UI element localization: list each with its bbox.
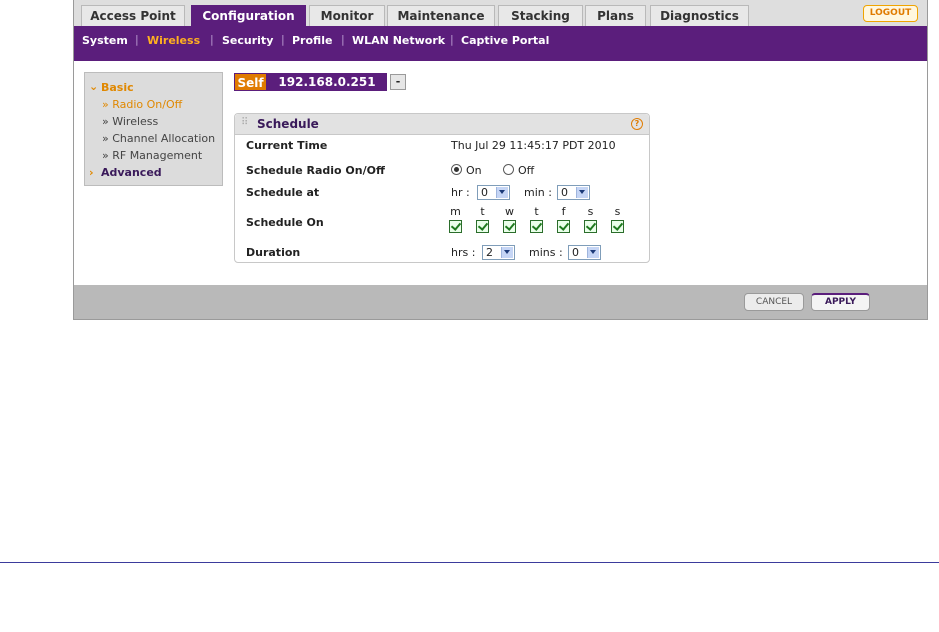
day-checkbox-sun[interactable] — [611, 220, 624, 233]
schedule-radio-label: Schedule Radio On/Off — [246, 164, 385, 177]
min-label: min : — [524, 186, 552, 199]
schedule-panel-header: ⠿ Schedule ? — [235, 114, 649, 135]
day-checkbox-mon[interactable] — [449, 220, 462, 233]
tab-configuration[interactable]: Configuration — [191, 5, 306, 26]
chevron-down-icon — [501, 247, 513, 258]
hr-label: hr : — [451, 186, 470, 199]
radio-on-button[interactable] — [451, 164, 462, 175]
tab-plans[interactable]: Plans — [585, 5, 646, 26]
mins-value: 0 — [572, 246, 579, 259]
ap-dropdown-button[interactable]: - — [390, 74, 406, 90]
chevron-down-icon — [587, 247, 599, 258]
subnav-separator: | — [450, 33, 454, 46]
min-value: 0 — [561, 186, 568, 199]
day-label: t — [534, 205, 539, 218]
chevron-down-icon — [496, 187, 508, 198]
apply-button[interactable]: APPLY — [811, 293, 870, 311]
day-label: s — [614, 205, 621, 218]
action-footer: CANCEL APPLY — [74, 285, 927, 319]
duration-label: Duration — [246, 246, 301, 259]
day-checkbox-sat[interactable] — [584, 220, 597, 233]
day-label: s — [587, 205, 594, 218]
day-label: t — [480, 205, 485, 218]
logout-button[interactable]: LOGOUT — [863, 5, 918, 22]
day-checkbox-wed[interactable] — [503, 220, 516, 233]
subnav-wlan-network[interactable]: WLAN Network — [352, 34, 445, 47]
hrs-value: 2 — [486, 246, 493, 259]
hrs-select[interactable]: 2 — [482, 245, 515, 260]
schedule-panel: ⠿ Schedule ? Current Time Thu Jul 29 11:… — [234, 113, 650, 263]
subnav-separator: | — [210, 33, 214, 46]
day-checkbox-thu[interactable] — [530, 220, 543, 233]
subnav-security[interactable]: Security — [222, 34, 273, 47]
menu-item-radio-on-off[interactable]: » Radio On/Off — [102, 98, 182, 111]
tab-monitor[interactable]: Monitor — [309, 5, 385, 26]
tab-diagnostics[interactable]: Diagnostics — [650, 5, 749, 26]
menu-advanced-chevron-icon: › — [89, 166, 94, 179]
schedule-title: Schedule — [257, 117, 319, 131]
tab-access-point[interactable]: Access Point — [81, 5, 185, 26]
schedule-at-label: Schedule at — [246, 186, 320, 199]
drag-handle-icon: ⠿ — [241, 117, 249, 128]
day-checkbox-fri[interactable] — [557, 220, 570, 233]
day-checkbox-tue[interactable] — [476, 220, 489, 233]
subnav-separator: | — [341, 33, 345, 46]
chevron-down-icon — [576, 187, 588, 198]
page-divider — [0, 562, 939, 563]
radio-on-label: On — [466, 164, 482, 177]
top-tab-bar: Access Point Configuration Monitor Maint… — [74, 0, 927, 26]
menu-advanced[interactable]: Advanced — [101, 166, 162, 179]
menu-item-rf-management[interactable]: » RF Management — [102, 149, 202, 162]
menu-item-channel-allocation[interactable]: » Channel Allocation — [102, 132, 215, 145]
sub-nav: System | Wireless | Security | Profile |… — [74, 26, 927, 61]
min-select[interactable]: 0 — [557, 185, 590, 200]
hr-value: 0 — [481, 186, 488, 199]
subnav-profile[interactable]: Profile — [292, 34, 332, 47]
day-label: m — [450, 205, 461, 218]
mins-select[interactable]: 0 — [568, 245, 601, 260]
subnav-wireless[interactable]: Wireless — [147, 34, 200, 47]
subnav-separator: | — [281, 33, 285, 46]
cancel-button[interactable]: CANCEL — [744, 293, 804, 311]
admin-frame: Access Point Configuration Monitor Maint… — [73, 0, 928, 320]
subnav-system[interactable]: System — [82, 34, 128, 47]
ap-ip-address[interactable]: 192.168.0.251 — [267, 73, 387, 91]
schedule-on-label: Schedule On — [246, 216, 324, 229]
tab-stacking[interactable]: Stacking — [498, 5, 583, 26]
menu-basic[interactable]: Basic — [101, 81, 134, 94]
subnav-separator: | — [135, 33, 139, 46]
self-ap-badge[interactable]: Self — [234, 73, 267, 91]
tab-maintenance[interactable]: Maintenance — [387, 5, 495, 26]
radio-off-label: Off — [518, 164, 535, 177]
subnav-captive-portal[interactable]: Captive Portal — [461, 34, 549, 47]
menu-basic-chevron-icon: ⌄ — [89, 80, 99, 93]
help-icon[interactable]: ? — [631, 118, 643, 130]
left-menu: ⌄ Basic » Radio On/Off » Wireless » Chan… — [84, 72, 223, 186]
hr-select[interactable]: 0 — [477, 185, 510, 200]
menu-item-wireless[interactable]: » Wireless — [102, 115, 158, 128]
current-time-value: Thu Jul 29 11:45:17 PDT 2010 — [451, 139, 616, 152]
day-label: f — [561, 205, 566, 218]
radio-off-button[interactable] — [503, 164, 514, 175]
day-label: w — [505, 205, 514, 218]
hrs-label: hrs : — [451, 246, 476, 259]
mins-label: mins : — [529, 246, 563, 259]
current-time-label: Current Time — [246, 139, 328, 152]
